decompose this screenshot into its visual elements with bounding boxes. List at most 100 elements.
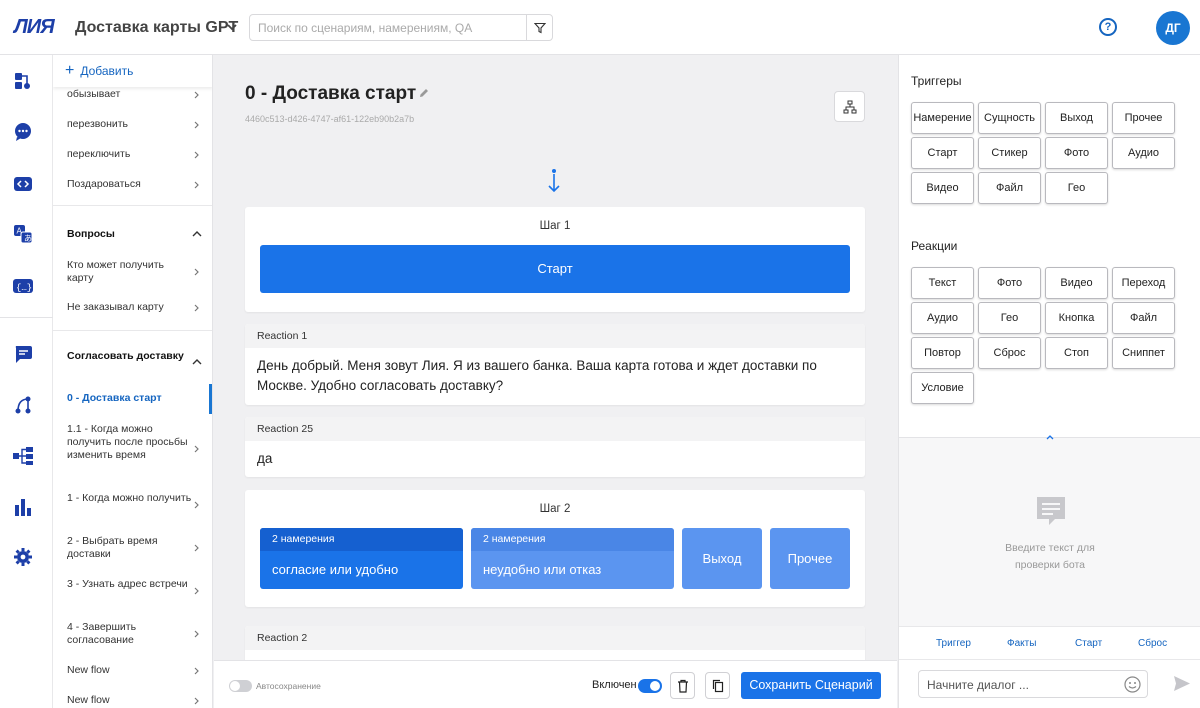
reaction-chip[interactable]: Фото bbox=[978, 267, 1041, 299]
reaction-chip[interactable]: Повтор bbox=[911, 337, 974, 369]
group-title: Вопросы bbox=[67, 228, 115, 240]
variables-icon[interactable]: {…} bbox=[12, 275, 34, 297]
add-button[interactable]: + Добавить bbox=[53, 55, 212, 87]
send-icon[interactable] bbox=[1173, 675, 1191, 692]
pencil-icon[interactable] bbox=[419, 88, 429, 98]
reaction-chip[interactable]: Текст bbox=[911, 267, 974, 299]
hierarchy-icon bbox=[843, 100, 856, 113]
reaction-25-card[interactable]: Reaction 25 да bbox=[245, 417, 865, 477]
reaction-2-card[interactable]: Reaction 2 bbox=[245, 626, 865, 660]
reaction-chip[interactable]: Сниппет bbox=[1112, 337, 1175, 369]
sidebar-item-label: 2 - Выбрать время доставки bbox=[67, 535, 158, 560]
reaction-chip[interactable]: Сброс bbox=[978, 337, 1041, 369]
intent-trigger-2[interactable]: 2 намерения неудобно или отказ bbox=[471, 528, 674, 589]
sidebar-item[interactable]: 3 - Узнать адрес встречи bbox=[53, 578, 212, 604]
intent-trigger-1[interactable]: 2 намерения согласие или удобно bbox=[260, 528, 463, 589]
chevron-down-icon[interactable] bbox=[226, 21, 238, 33]
test-tabs: Триггер Факты Старт Сброс bbox=[899, 626, 1200, 660]
chevron-right-icon bbox=[194, 304, 199, 311]
flows-icon[interactable] bbox=[12, 394, 34, 416]
sidebar-item[interactable]: New flow bbox=[53, 694, 212, 707]
chevron-right-icon bbox=[194, 268, 199, 276]
tab-trigger[interactable]: Триггер bbox=[936, 638, 971, 649]
emoji-icon[interactable] bbox=[1124, 676, 1141, 693]
copy-button[interactable] bbox=[705, 672, 730, 699]
chat-bubbles-icon[interactable] bbox=[12, 121, 34, 143]
triggers-title: Триггеры bbox=[911, 74, 962, 88]
reaction-chip[interactable]: Стоп bbox=[1045, 337, 1108, 369]
reaction-chip[interactable]: Аудио bbox=[911, 302, 974, 334]
trigger-chip[interactable]: Файл bbox=[978, 172, 1041, 204]
sidebar-item-label: обызывает bbox=[67, 88, 121, 100]
sidebar-item[interactable]: 1 - Когда можно получить bbox=[53, 492, 212, 518]
dialogs-icon[interactable] bbox=[12, 343, 34, 365]
trigger-chip[interactable]: Старт bbox=[911, 137, 974, 169]
trigger-chip[interactable]: Видео bbox=[911, 172, 974, 204]
analytics-icon[interactable] bbox=[12, 496, 34, 518]
help-icon[interactable]: ? bbox=[1099, 18, 1117, 36]
sidebar-item[interactable]: Не заказывал карту bbox=[53, 301, 212, 314]
sidebar-item[interactable]: перезвонить bbox=[53, 118, 212, 131]
sidebar-item-label: Не заказывал карту bbox=[67, 301, 164, 313]
reaction-chip[interactable]: Кнопка bbox=[1045, 302, 1108, 334]
sidebar-item-label: Поздароваться bbox=[67, 178, 141, 190]
enabled-toggle[interactable] bbox=[638, 679, 662, 693]
group-questions[interactable]: Вопросы bbox=[53, 228, 212, 240]
logo[interactable]: ЛИЯ bbox=[14, 16, 55, 39]
intent-name: согласие или удобно bbox=[272, 562, 399, 577]
tab-reset[interactable]: Сброс bbox=[1138, 638, 1167, 649]
sidebar-item[interactable]: Поздароваться bbox=[53, 178, 212, 191]
reaction-chip[interactable]: Файл bbox=[1112, 302, 1175, 334]
tree-view-button[interactable] bbox=[834, 91, 865, 122]
project-title[interactable]: Доставка карты GPT bbox=[75, 19, 238, 37]
reaction-chip[interactable]: Гео bbox=[978, 302, 1041, 334]
trigger-chip[interactable]: Намерение bbox=[911, 102, 974, 134]
code-icon[interactable] bbox=[12, 173, 34, 195]
delete-button[interactable] bbox=[670, 672, 695, 699]
reaction-chip[interactable]: Видео bbox=[1045, 267, 1108, 299]
scenarios-icon[interactable] bbox=[12, 70, 34, 92]
sidebar-item-active[interactable]: 0 - Доставка старт bbox=[53, 392, 212, 405]
sidebar-item[interactable]: 2 - Выбрать время доставки bbox=[53, 535, 212, 561]
sidebar-item[interactable]: New flow bbox=[53, 664, 212, 677]
trigger-chip[interactable]: Гео bbox=[1045, 172, 1108, 204]
sidebar-item[interactable]: 4 - Завершить согласование bbox=[53, 621, 212, 647]
settings-icon[interactable] bbox=[12, 546, 34, 568]
enabled-label: Включен bbox=[592, 679, 637, 691]
search-box bbox=[249, 14, 553, 41]
test-hint-line: Введите текст для bbox=[1005, 542, 1095, 554]
filter-button[interactable] bbox=[526, 15, 552, 40]
reaction-chip[interactable]: Условие bbox=[911, 372, 974, 404]
reaction-chip[interactable]: Переход bbox=[1112, 267, 1175, 299]
chevron-right-icon bbox=[194, 91, 199, 98]
trigger-chip[interactable]: Сущность bbox=[978, 102, 1041, 134]
sidebar-item[interactable]: 1.1 - Когда можно получить после просьбы… bbox=[53, 423, 212, 475]
autosave-toggle[interactable] bbox=[229, 680, 252, 692]
sidebar-item[interactable]: переключить bbox=[53, 148, 212, 161]
trigger-chip[interactable]: Фото bbox=[1045, 137, 1108, 169]
chevron-right-icon bbox=[194, 697, 199, 704]
reaction-1-card[interactable]: Reaction 1 День добрый. Меня зовут Лия. … bbox=[245, 324, 865, 405]
other-trigger[interactable]: Прочее bbox=[770, 528, 850, 589]
tab-start[interactable]: Старт bbox=[1075, 638, 1102, 649]
test-hint-line: проверки бота bbox=[1014, 559, 1086, 571]
trigger-chip[interactable]: Аудио bbox=[1112, 137, 1175, 169]
sidebar-item[interactable]: обызывает bbox=[53, 88, 212, 101]
trigger-chip[interactable]: Выход bbox=[1045, 102, 1108, 134]
sidebar-item[interactable]: Кто может получить карту bbox=[53, 259, 212, 285]
hierarchy-icon[interactable] bbox=[12, 445, 34, 467]
save-scenario-button[interactable]: Сохранить Сценарий bbox=[741, 672, 881, 699]
trigger-chip[interactable]: Стикер bbox=[978, 137, 1041, 169]
tab-facts[interactable]: Факты bbox=[1007, 638, 1036, 649]
trigger-chip[interactable]: Прочее bbox=[1112, 102, 1175, 134]
sidebar-item-label: 0 - Доставка старт bbox=[67, 392, 162, 404]
search-input[interactable] bbox=[258, 21, 518, 35]
dialog-input[interactable] bbox=[927, 678, 1127, 692]
start-trigger[interactable]: Старт bbox=[260, 245, 850, 293]
exit-trigger[interactable]: Выход bbox=[682, 528, 762, 589]
translate-icon[interactable]: Aあ bbox=[12, 223, 34, 245]
group-agree-delivery[interactable]: Согласовать доставку bbox=[53, 350, 212, 374]
chevron-up-icon[interactable] bbox=[1045, 433, 1055, 441]
chevron-right-icon bbox=[194, 667, 199, 674]
avatar[interactable]: ДГ bbox=[1156, 11, 1190, 45]
